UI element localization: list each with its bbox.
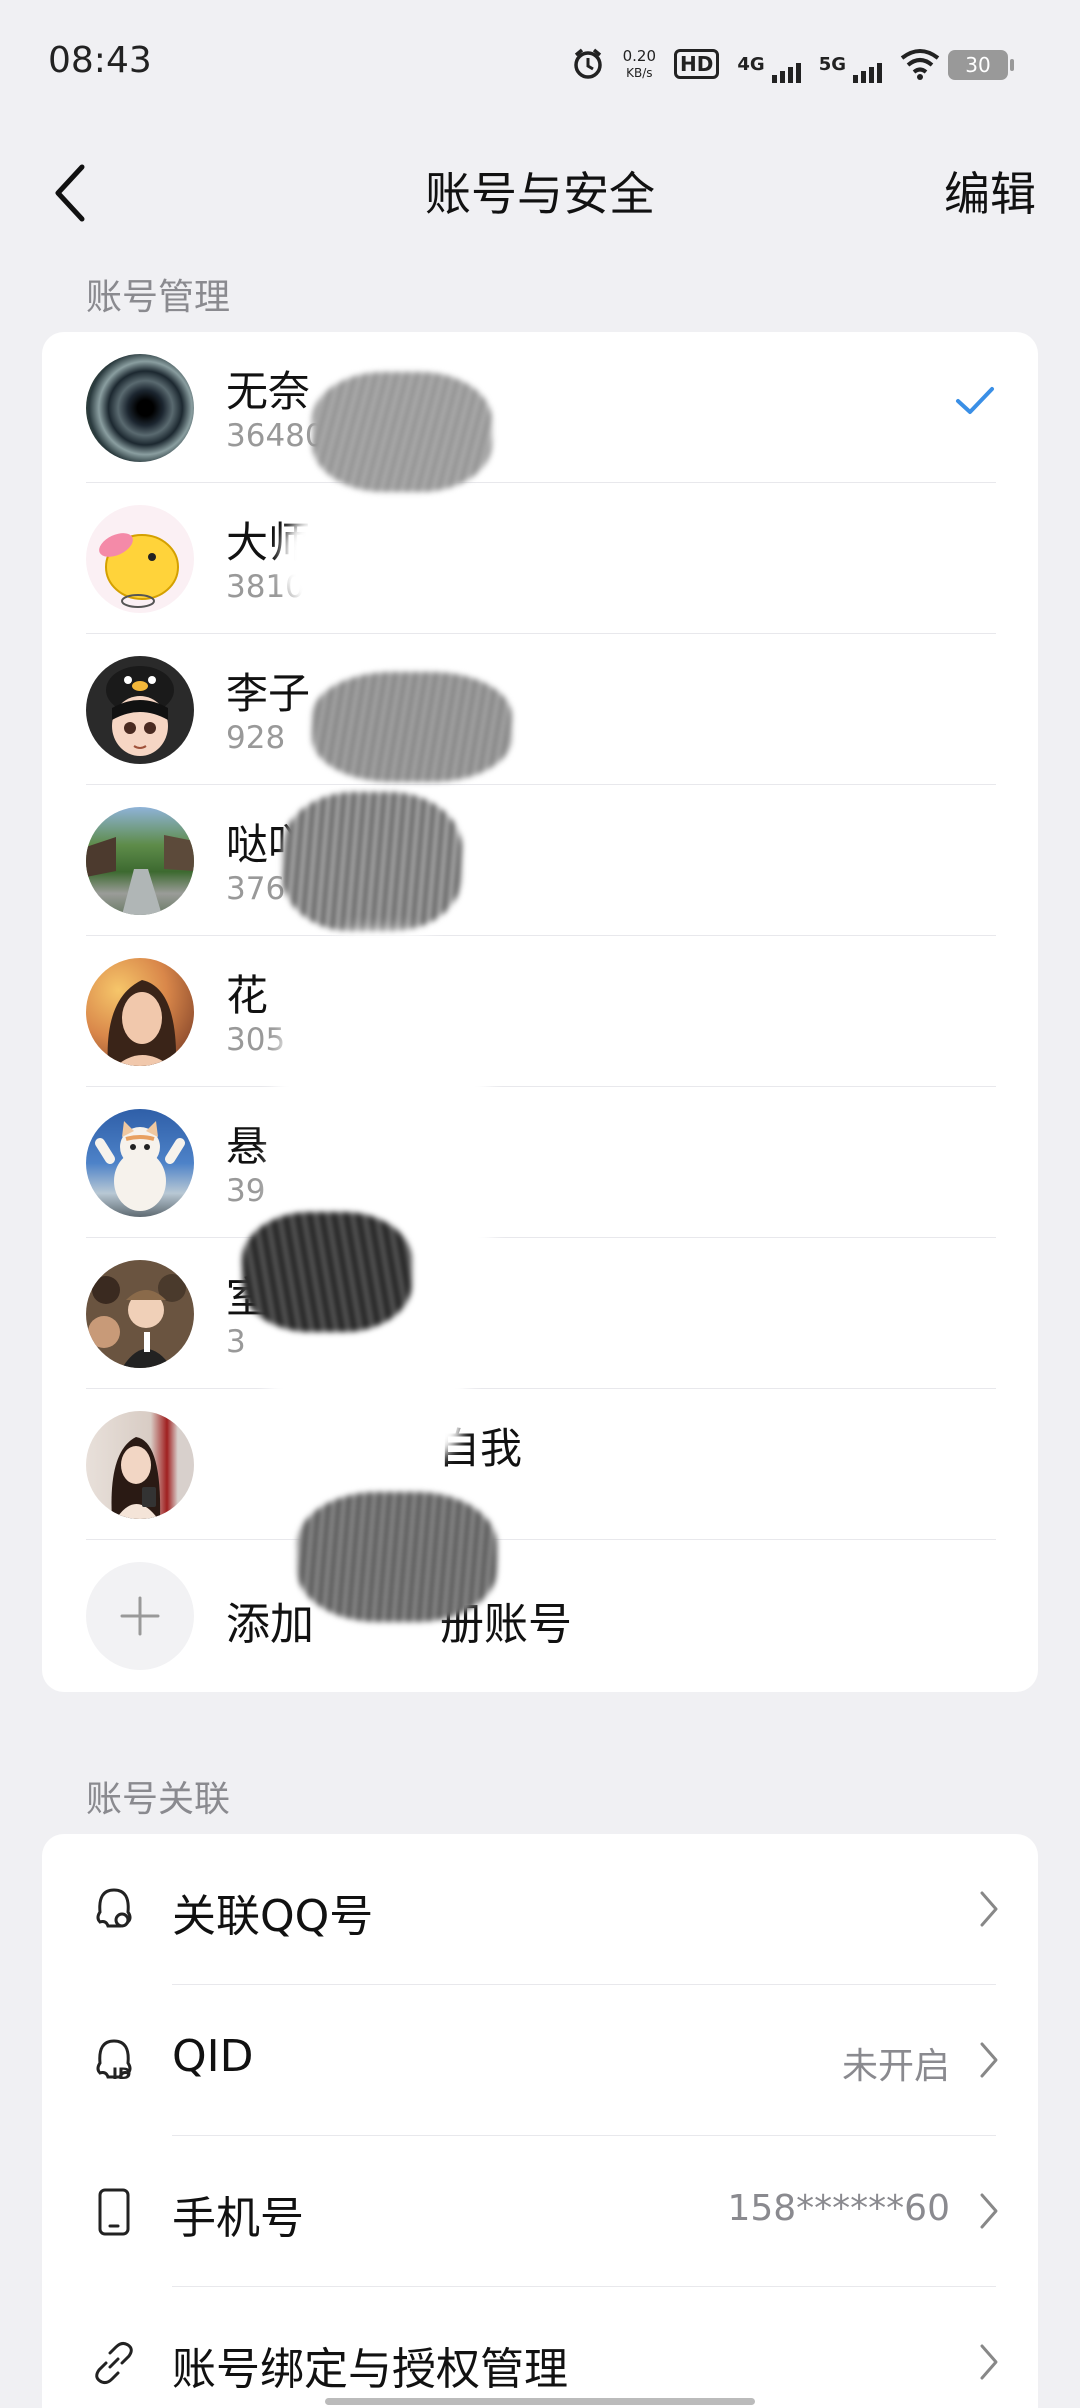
link-label: 手机号 (172, 2193, 304, 2244)
privacy-scribble (282, 502, 482, 622)
duck-avatar (86, 505, 194, 613)
link-label: 账号绑定与授权管理 (172, 2344, 568, 2395)
qq-link-icon (96, 1888, 132, 1928)
account-name: 花 (226, 971, 269, 1020)
checkmark-icon (956, 387, 994, 414)
account-name: 悬 (226, 1122, 269, 1171)
chevron-right-icon (980, 2042, 998, 2078)
chevron-right-icon (980, 2193, 998, 2229)
account-item[interactable]: 自我 (42, 1389, 1038, 1540)
edit-button[interactable]: 编辑 (944, 158, 1036, 224)
home-indicator[interactable] (325, 2398, 755, 2405)
link-icon (95, 2341, 133, 2385)
privacy-scribble (262, 1362, 462, 1472)
privacy-scribble (242, 1212, 412, 1332)
link-row-phone[interactable]: 手机号 158******60 (42, 2136, 1038, 2287)
account-links-card: 关联QQ号 ID QID 未开启 手机号 158******60 账号绑定与授权… (42, 1834, 1038, 2408)
link-row-qq[interactable]: 关联QQ号 (42, 1834, 1038, 1985)
signal-5g-icon: 5G (819, 54, 882, 83)
link-row-binding[interactable]: 账号绑定与授权管理 (42, 2287, 1038, 2408)
battery-icon: 30 (948, 50, 1014, 80)
link-value: 158******60 (727, 2188, 950, 2229)
account-id: 3 (226, 1324, 246, 1360)
account-list-card: 无奈 36480 大师 3810 李子 928 哒吖 376 花 305 悬 3… (42, 332, 1038, 1692)
crowd-avatar (86, 1260, 194, 1368)
account-id: 376 (226, 871, 286, 907)
section-label-account-links: 账号关联 (86, 1779, 231, 1820)
account-id: 928 (226, 720, 286, 756)
qid-icon: ID (96, 2039, 132, 2083)
privacy-scribble (282, 792, 462, 932)
account-id: 36480 (226, 418, 325, 454)
cat-avatar (86, 1109, 194, 1217)
add-account-button[interactable]: 添加 册账号 (42, 1540, 1038, 1691)
section-label-account-management: 账号管理 (86, 277, 231, 318)
alarm-icon (571, 47, 605, 81)
garden-avatar (86, 807, 194, 915)
net-speed: 0.20 KB/s (622, 46, 657, 80)
wifi-icon (900, 48, 940, 80)
girl-avatar (86, 1411, 194, 1519)
account-id: 39 (226, 1173, 266, 1209)
chevron-right-icon (980, 2344, 998, 2380)
link-row-qid[interactable]: ID QID 未开启 (42, 1985, 1038, 2136)
portrait-avatar (86, 958, 194, 1066)
account-id: 305 (226, 1022, 286, 1058)
privacy-scribble (312, 672, 512, 782)
link-label: 关联QQ号 (172, 1891, 374, 1942)
status-time: 08:43 (48, 40, 152, 81)
chevron-right-icon (980, 1891, 998, 1927)
penguin-hat-avatar (86, 656, 194, 764)
signal-4g-icon: 4G (737, 54, 801, 83)
page-title: 账号与安全 (425, 167, 655, 221)
vortex-avatar (86, 354, 194, 462)
privacy-scribble (312, 372, 492, 492)
hd-badge: HD (674, 49, 720, 79)
account-item[interactable]: 花 305 (42, 936, 1038, 1087)
account-item[interactable]: 无奈 36480 (42, 332, 1038, 483)
status-bar: 08:43 0.20 KB/s HD 4G 5G 30 (0, 0, 1080, 130)
account-name: 无奈 (226, 367, 311, 416)
account-item[interactable]: 悬 39 (42, 1087, 1038, 1238)
account-item[interactable]: 哒吖 376 (42, 785, 1038, 936)
account-item[interactable]: 李子 928 (42, 634, 1038, 785)
account-name: 李子 (226, 669, 311, 718)
svg-text:ID: ID (112, 2064, 131, 2083)
link-label: QID (172, 2031, 254, 2082)
account-item[interactable]: 大师 3810 (42, 483, 1038, 634)
phone-icon (98, 2188, 130, 2236)
privacy-scribble (297, 1492, 497, 1622)
plus-icon (86, 1562, 194, 1670)
account-item[interactable]: 室 3 (42, 1238, 1038, 1389)
add-account-label: 添加 (226, 1599, 314, 1650)
link-value: 未开启 (841, 2046, 950, 2087)
status-icons: 0.20 KB/s HD 4G 5G (571, 44, 940, 84)
